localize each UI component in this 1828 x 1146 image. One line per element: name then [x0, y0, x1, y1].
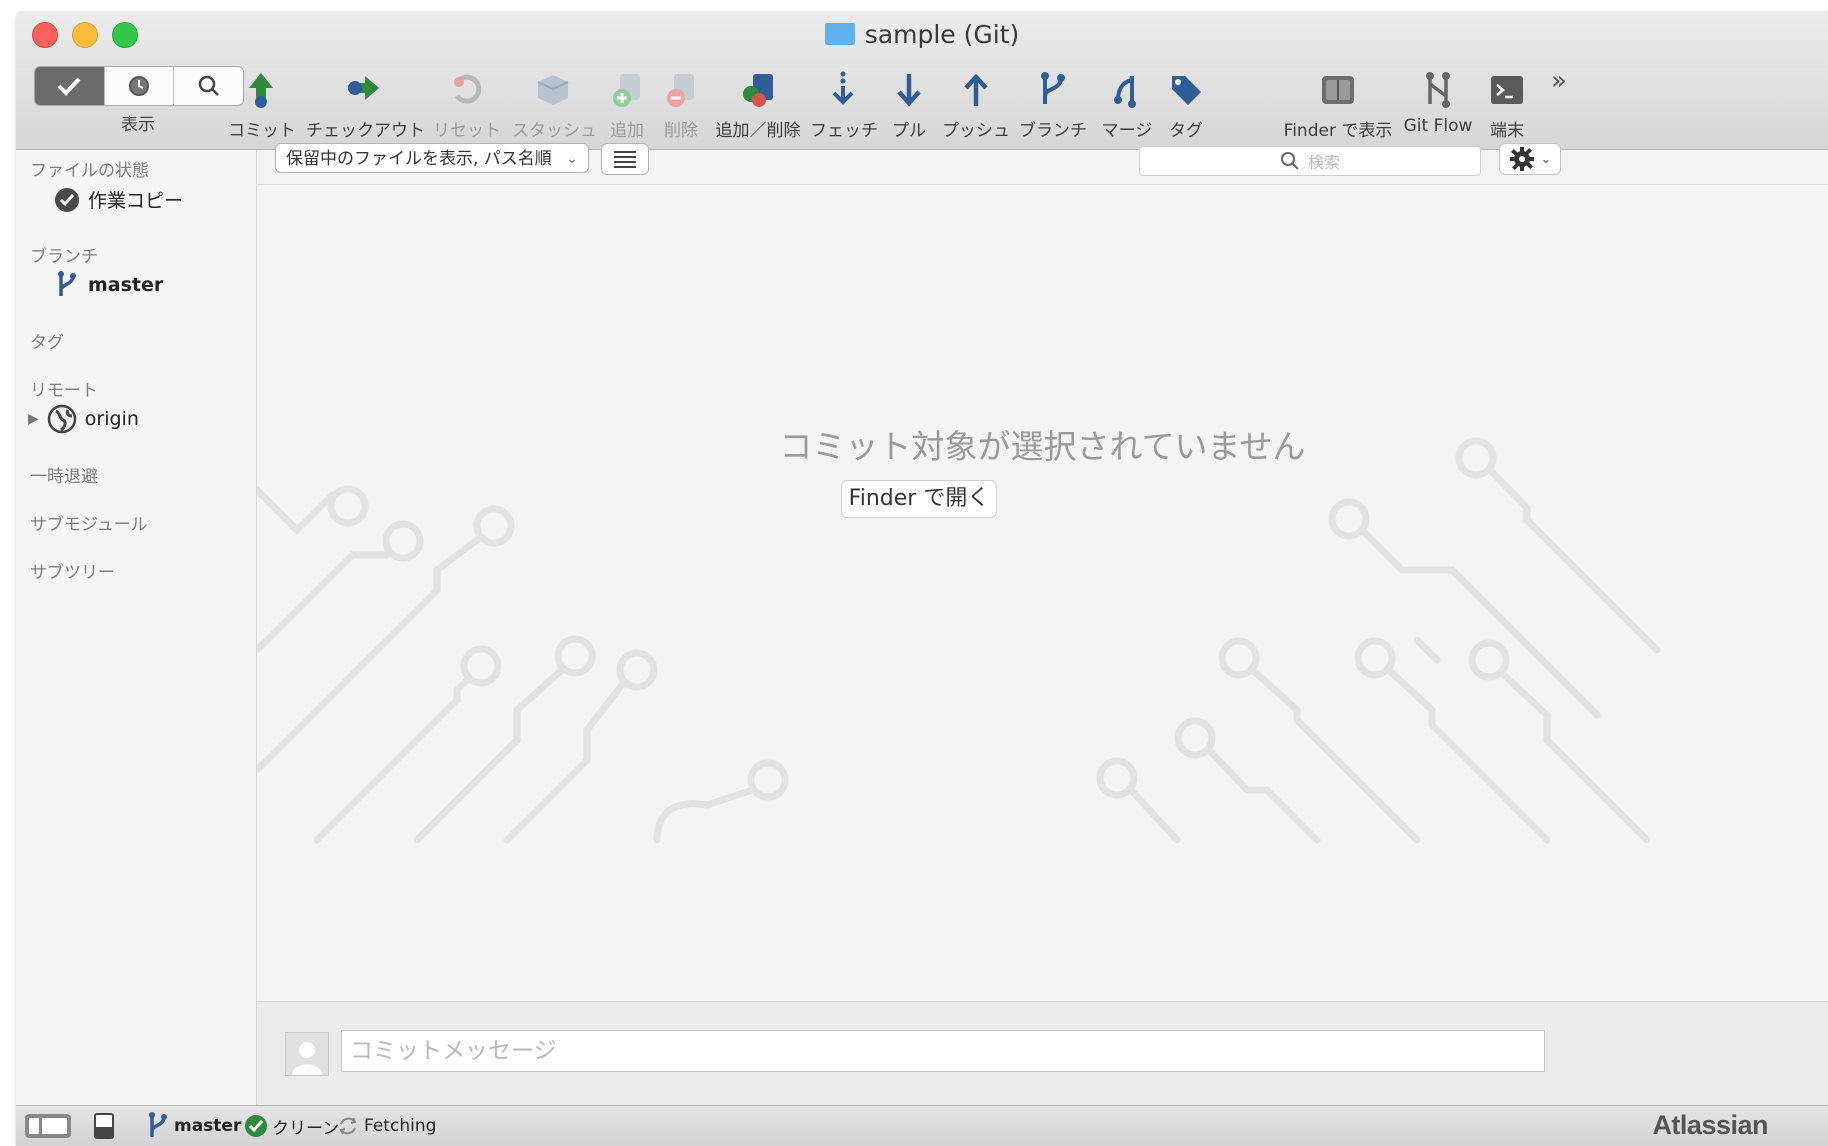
commit-bar [257, 1001, 1828, 1106]
toggle-sidebar-button[interactable] [24, 1112, 72, 1140]
clock-icon [129, 76, 149, 96]
tags-header: タグ [30, 333, 64, 353]
fetch-button[interactable]: フェッチ [810, 64, 878, 141]
add-button[interactable]: 追加 [604, 64, 650, 141]
view-label: 表示 [121, 115, 155, 135]
git-flow-button[interactable]: Git Flow [1400, 64, 1476, 136]
show-in-finder-button[interactable]: Finder で表示 [1282, 64, 1394, 141]
list-icon [614, 151, 636, 168]
merge-button[interactable]: マージ [1096, 64, 1158, 141]
toggle-bottom-pane-button[interactable] [94, 1112, 114, 1140]
filter-bar: 保留中のファイルを表示, パス名順 ⌄ 検索 ⌄ [257, 143, 1828, 185]
remove-button[interactable]: 削除 [658, 64, 704, 141]
branch-icon [58, 271, 76, 296]
checkout-button[interactable]: チェックアウト [306, 64, 425, 141]
globe-icon [47, 404, 77, 434]
submodules-header: サブモジュール [30, 515, 148, 535]
search-field[interactable]: 検索 [1139, 146, 1481, 176]
pane-toggle-icon [94, 1113, 114, 1139]
push-icon [964, 73, 988, 106]
pull-icon [897, 74, 921, 107]
clean-status: クリーン [244, 1112, 339, 1140]
branch-button[interactable]: ブランチ [1018, 64, 1088, 141]
merge-icon [1114, 76, 1136, 108]
finder-icon [1322, 76, 1354, 104]
add-icon [613, 74, 640, 107]
tag-icon [1172, 76, 1201, 105]
remotes-header: リモート [30, 381, 98, 401]
check-circle-icon [55, 187, 79, 212]
checkmark-icon [57, 77, 81, 96]
commit-message-input[interactable] [341, 1030, 1545, 1072]
toolbar: sample (Git) 表示 コミット チェックアウト リセット スタッシュ … [16, 12, 1828, 150]
open-in-finder-button[interactable]: Finder で開く [841, 480, 997, 518]
current-branch-indicator[interactable]: master [146, 1112, 241, 1140]
subtrees-header: サブツリー [30, 563, 115, 583]
sidebar: ファイルの状態 作業コピー ブランチ master タグ リモート ▶ orig… [16, 150, 257, 1106]
fetching-status: Fetching [336, 1112, 436, 1140]
atlassian-logo: Atlassian [1652, 1110, 1768, 1140]
terminal-button[interactable]: 端末 [1484, 64, 1530, 141]
sidebar-item-master[interactable]: master [54, 270, 163, 300]
status-bar: master クリーン Fetching Atlassian [16, 1105, 1828, 1146]
branches-header: ブランチ [30, 247, 98, 267]
file-status-header: ファイルの状態 [30, 161, 149, 181]
stash-icon [537, 75, 569, 105]
search-icon [1280, 152, 1299, 170]
tag-button[interactable]: タグ [1162, 64, 1210, 141]
check-circle-icon [245, 1115, 267, 1137]
list-view-button[interactable] [601, 143, 649, 175]
push-button[interactable]: プッシュ [942, 64, 1010, 141]
reset-icon [454, 74, 482, 104]
add-remove-button[interactable]: 追加／削除 [714, 64, 802, 141]
disclosure-triangle-icon[interactable]: ▶ [28, 411, 39, 427]
git-flow-icon [1426, 72, 1450, 108]
branch-icon [1041, 72, 1065, 104]
commit-icon [249, 73, 273, 108]
terminal-icon [1491, 76, 1523, 104]
sidebar-item-working-copy[interactable]: 作業コピー [54, 186, 183, 213]
checkout-icon [348, 76, 379, 100]
stash-button[interactable]: スタッシュ [512, 64, 597, 141]
toolbar-overflow-button[interactable]: » [1544, 66, 1574, 96]
sidebar-item-origin[interactable]: ▶ origin [28, 404, 139, 434]
chevron-down-icon: ⌄ [566, 151, 578, 167]
view-segmented-control [34, 66, 244, 106]
avatar [285, 1032, 329, 1076]
app-window: sample (Git) 表示 コミット チェックアウト リセット スタッシュ … [16, 12, 1828, 1146]
empty-state-message: コミット対象が選択されていません [779, 427, 1306, 466]
settings-gear-button[interactable]: ⌄ [1499, 143, 1561, 175]
circuit-background-illustration [257, 437, 1661, 844]
window-title: sample (Git) [16, 18, 1828, 52]
remove-icon [667, 74, 694, 107]
add-remove-icon [743, 74, 773, 107]
chevron-down-icon: ⌄ [1540, 151, 1552, 167]
reset-button[interactable]: リセット [432, 64, 502, 141]
file-status-view-button[interactable] [35, 67, 105, 105]
pull-button[interactable]: プル [886, 64, 932, 141]
main-pane: 保留中のファイルを表示, パス名順 ⌄ 検索 ⌄ コミット対象が選択されていませ… [257, 143, 1828, 1106]
commit-button[interactable]: コミット [228, 64, 296, 141]
sync-icon [339, 1117, 357, 1135]
file-filter-dropdown[interactable]: 保留中のファイルを表示, パス名順 ⌄ [275, 143, 589, 173]
sidebar-toggle-icon [25, 1114, 71, 1138]
fetch-icon [832, 71, 854, 105]
folder-icon [824, 23, 855, 45]
history-view-button[interactable] [105, 67, 175, 105]
gear-icon [1509, 147, 1534, 171]
user-avatar-icon [292, 1042, 322, 1075]
branch-icon [149, 1112, 167, 1137]
stashes-header: 一時退避 [30, 467, 98, 487]
search-icon [198, 75, 219, 96]
